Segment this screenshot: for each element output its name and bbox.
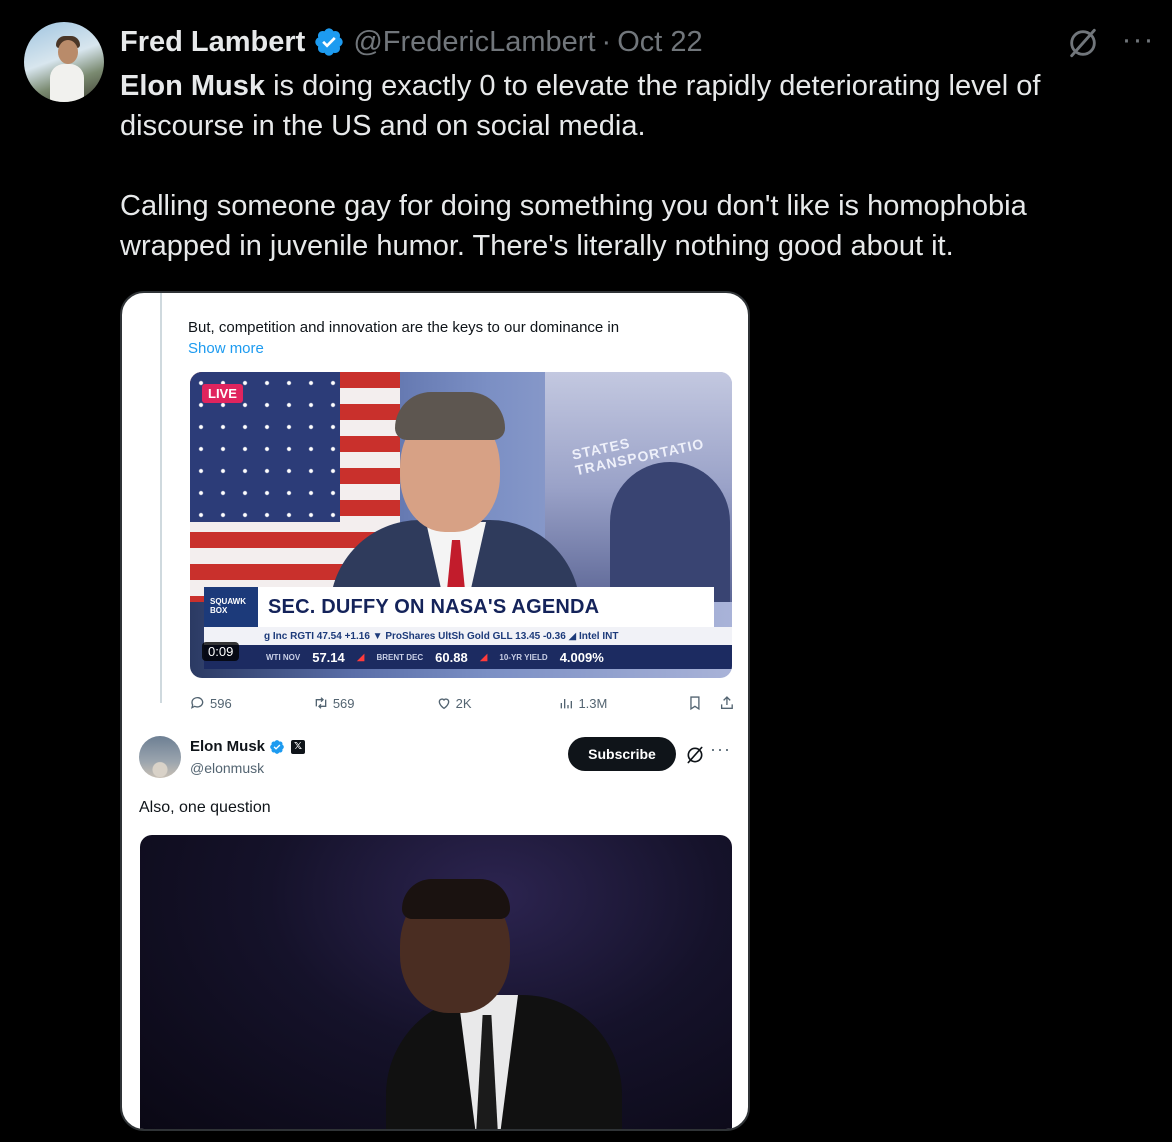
repost-count: 569	[332, 695, 355, 711]
tweet-date[interactable]: Oct 22	[617, 26, 702, 59]
reply-action[interactable]: 596	[190, 695, 313, 711]
mention-elon-musk[interactable]: Elon Musk	[120, 70, 265, 102]
thread-line	[160, 293, 162, 703]
verified-badge-icon	[270, 739, 284, 754]
ticker-label: 10-YR YIELD	[499, 652, 548, 662]
ticker-value: 57.14	[312, 649, 345, 665]
handle[interactable]: @FredericLambert	[353, 26, 595, 59]
x-affiliate-badge-icon: 𝕏	[291, 739, 306, 754]
reply-video[interactable]	[140, 835, 732, 1129]
views-count: 1.3M	[578, 695, 608, 711]
grok-icon[interactable]	[1066, 26, 1100, 60]
share-icon[interactable]	[719, 695, 735, 711]
repost-action[interactable]: 569	[313, 695, 436, 711]
tweet-text: Elon Musk is doing exactly 0 to elevate …	[120, 66, 1130, 266]
market-ticker: WTI NOV 57.14 ◢ BRENT DEC 60.88 ◢ 10-YR …	[204, 645, 732, 669]
bookmark-icon[interactable]	[687, 695, 703, 711]
building-arch	[610, 462, 730, 602]
like-action[interactable]: 2K	[436, 695, 559, 711]
views-action[interactable]: 1.3M	[558, 695, 677, 711]
stock-ticker: g Inc RGTI 47.54 +1.16 ▼ ProShares UltSh…	[204, 627, 732, 645]
reply-display-name[interactable]: Elon Musk	[190, 738, 265, 755]
tweet-paragraph-2: Calling someone gay for doing something …	[120, 190, 1027, 262]
tweet: Fred Lambert @FredericLambert · Oct 22 ·…	[0, 0, 1172, 1142]
show-more-link[interactable]: Show more	[188, 338, 728, 359]
more-options-icon[interactable]: ···	[710, 739, 731, 760]
avatar-figure	[50, 64, 84, 102]
tweet-paragraph-1: Elon Musk is doing exactly 0 to elevate …	[120, 66, 1130, 146]
views-icon	[561, 699, 573, 709]
quoted-post-body: But, competition and innovation are the …	[188, 319, 620, 336]
speaker-hair	[395, 392, 505, 440]
avatar[interactable]	[24, 22, 104, 102]
video-timestamp: 0:09	[202, 642, 240, 661]
live-badge: LIVE	[202, 384, 243, 403]
like-icon	[438, 698, 449, 710]
squawk-box-logo: SQUAWK BOX	[204, 587, 258, 627]
avatar-head	[58, 40, 78, 64]
embedded-screenshot[interactable]: But, competition and innovation are the …	[120, 291, 750, 1131]
quoted-post-text: But, competition and innovation are the …	[188, 317, 728, 359]
video-player[interactable]: STATES TRANSPORTATIO LIVE SQUAWK BOX SEC…	[190, 372, 732, 678]
verified-badge-icon	[315, 28, 343, 56]
grok-icon[interactable]	[685, 745, 705, 765]
down-arrow-icon: ◢	[479, 651, 488, 663]
ticker-value: 4.009%	[559, 649, 604, 665]
man-hair	[402, 879, 510, 919]
reply-author: Elon Musk 𝕏	[190, 738, 306, 755]
repost-icon	[315, 697, 327, 709]
reply-count: 596	[210, 695, 232, 711]
reply-icon	[191, 697, 204, 709]
like-count: 2K	[455, 695, 472, 711]
more-options-icon[interactable]: ···	[1118, 25, 1158, 58]
action-bar: 596 569 2K 1.3M	[190, 692, 735, 714]
header-separator: ·	[601, 25, 612, 58]
news-chyron: SQUAWK BOX SEC. DUFFY ON NASA'S AGENDA	[204, 587, 714, 627]
tweet-header: Fred Lambert @FredericLambert · Oct 22	[120, 24, 703, 60]
chyron-title: SEC. DUFFY ON NASA'S AGENDA	[268, 595, 600, 618]
ticker-value: 60.88	[435, 649, 468, 665]
display-name[interactable]: Fred Lambert	[120, 26, 305, 59]
elon-avatar[interactable]	[139, 736, 181, 778]
ticker-label: BRENT DEC	[376, 652, 424, 662]
reply-handle[interactable]: @elonmusk	[190, 760, 264, 776]
ticker-label: WTI NOV	[266, 652, 301, 662]
down-arrow-icon: ◢	[356, 651, 365, 663]
reply-text: Also, one question	[139, 799, 271, 816]
subscribe-button[interactable]: Subscribe	[568, 737, 676, 771]
